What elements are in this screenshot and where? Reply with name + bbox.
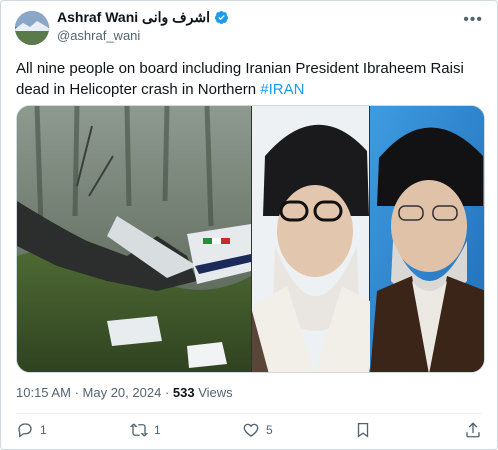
meta-separator: · <box>74 385 79 400</box>
repost-count: 1 <box>154 423 161 437</box>
crash-site-photo <box>17 106 251 372</box>
repost-button[interactable]: 1 <box>130 421 161 439</box>
tweet-media[interactable] <box>16 105 485 373</box>
share-icon <box>466 422 480 438</box>
tweet-body: All nine people on board including Irani… <box>16 60 464 98</box>
divider <box>16 413 482 414</box>
views-count: 533 <box>172 385 195 400</box>
author-name-row[interactable]: Ashraf Wani اشرف وانی <box>57 9 229 26</box>
tweet-time[interactable]: 10:15 AM <box>16 385 71 400</box>
portrait-left-photo <box>252 106 379 372</box>
repost-icon <box>130 423 148 437</box>
reply-count: 1 <box>40 423 47 437</box>
verified-badge-icon <box>214 10 229 25</box>
action-bar: 1 1 5 <box>16 421 486 447</box>
tweet-card: Ashraf Wani اشرف وانی @ashraf_wani ••• A… <box>0 0 498 450</box>
tweet-date[interactable]: May 20, 2024 <box>83 385 162 400</box>
like-count: 5 <box>266 423 273 437</box>
heart-icon <box>243 423 259 437</box>
reply-button[interactable]: 1 <box>16 421 47 439</box>
portrait-right-photo <box>370 106 484 372</box>
reply-icon <box>18 423 32 438</box>
tweet-text: All nine people on board including Irani… <box>16 58 486 100</box>
more-options-icon[interactable]: ••• <box>463 11 483 29</box>
bookmark-icon <box>357 422 369 438</box>
author-handle[interactable]: @ashraf_wani <box>57 28 140 43</box>
like-button[interactable]: 5 <box>242 421 273 439</box>
hashtag-link[interactable]: #IRAN <box>260 81 304 98</box>
display-name[interactable]: Ashraf Wani اشرف وانی <box>57 9 210 26</box>
meta-separator: · <box>164 385 170 400</box>
avatar[interactable] <box>15 11 49 45</box>
views-label: Views <box>198 385 233 400</box>
bookmark-button[interactable] <box>354 421 372 439</box>
tweet-meta: 10:15 AM · May 20, 2024 · 533 Views <box>16 385 233 400</box>
share-button[interactable] <box>464 421 482 439</box>
